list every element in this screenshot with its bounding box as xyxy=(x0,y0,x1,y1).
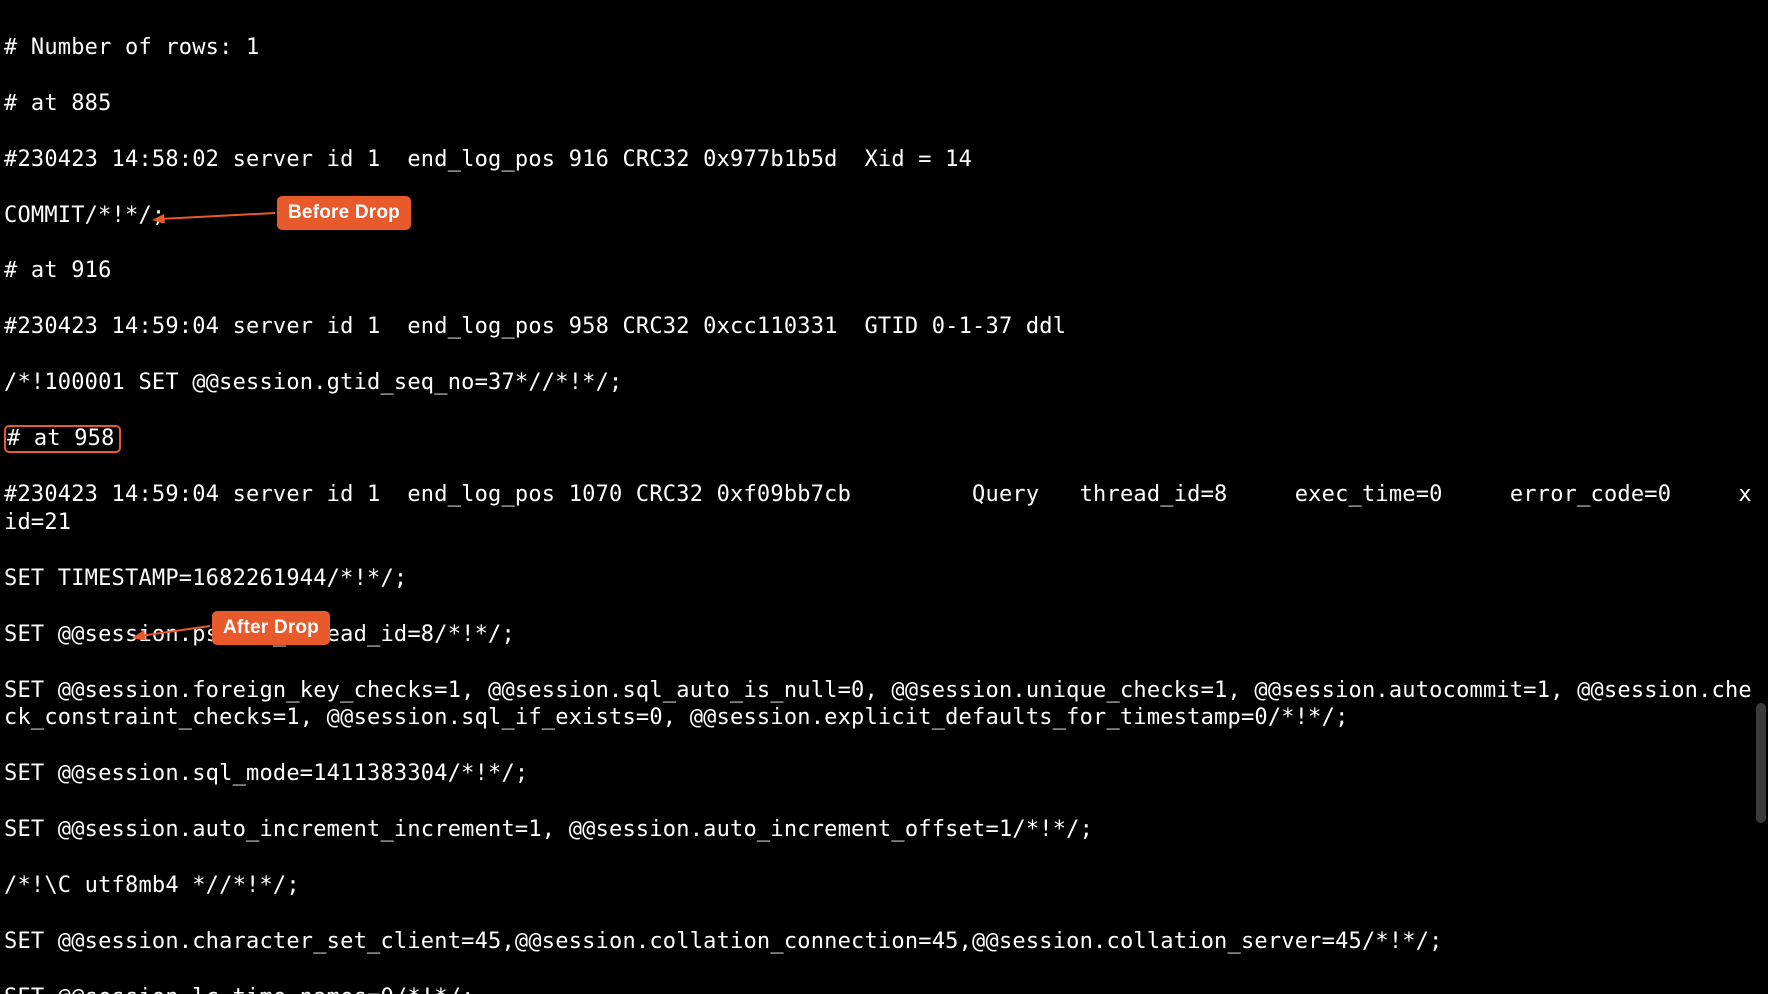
log-line: SET @@session.foreign_key_checks=1, @@se… xyxy=(4,677,1764,733)
log-line: #230423 14:59:04 server id 1 end_log_pos… xyxy=(4,313,1764,341)
log-line: SET @@session.auto_increment_increment=1… xyxy=(4,816,1764,844)
scrollbar-track[interactable] xyxy=(1753,3,1768,823)
log-line: /*!\C utf8mb4 *//*!*/; xyxy=(4,872,1764,900)
log-line: SET @@session.sql_mode=1411383304/*!*/; xyxy=(4,760,1764,788)
terminal-output[interactable]: # Number of rows: 1 # at 885 #230423 14:… xyxy=(0,0,1768,994)
log-line: #230423 14:58:02 server id 1 end_log_pos… xyxy=(4,146,1764,174)
log-line-before-drop: # at 958 xyxy=(4,425,1764,453)
log-line: # Number of rows: 1 xyxy=(4,34,1764,62)
log-line: SET TIMESTAMP=1682261944/*!*/; xyxy=(4,565,1764,593)
log-line: COMMIT/*!*/; xyxy=(4,202,1764,230)
log-line: # at 916 xyxy=(4,257,1764,285)
scrollbar-thumb[interactable] xyxy=(1756,703,1766,823)
log-line: # at 885 xyxy=(4,90,1764,118)
log-line: SET @@session.lc_time_names=0/*!*/; xyxy=(4,984,1764,994)
highlight-before-drop: # at 958 xyxy=(4,425,121,453)
log-line: SET @@session.character_set_client=45,@@… xyxy=(4,928,1764,956)
log-line: SET @@session.pseudo_thread_id=8/*!*/; xyxy=(4,621,1764,649)
log-line: #230423 14:59:04 server id 1 end_log_pos… xyxy=(4,481,1764,537)
log-line: /*!100001 SET @@session.gtid_seq_no=37*/… xyxy=(4,369,1764,397)
